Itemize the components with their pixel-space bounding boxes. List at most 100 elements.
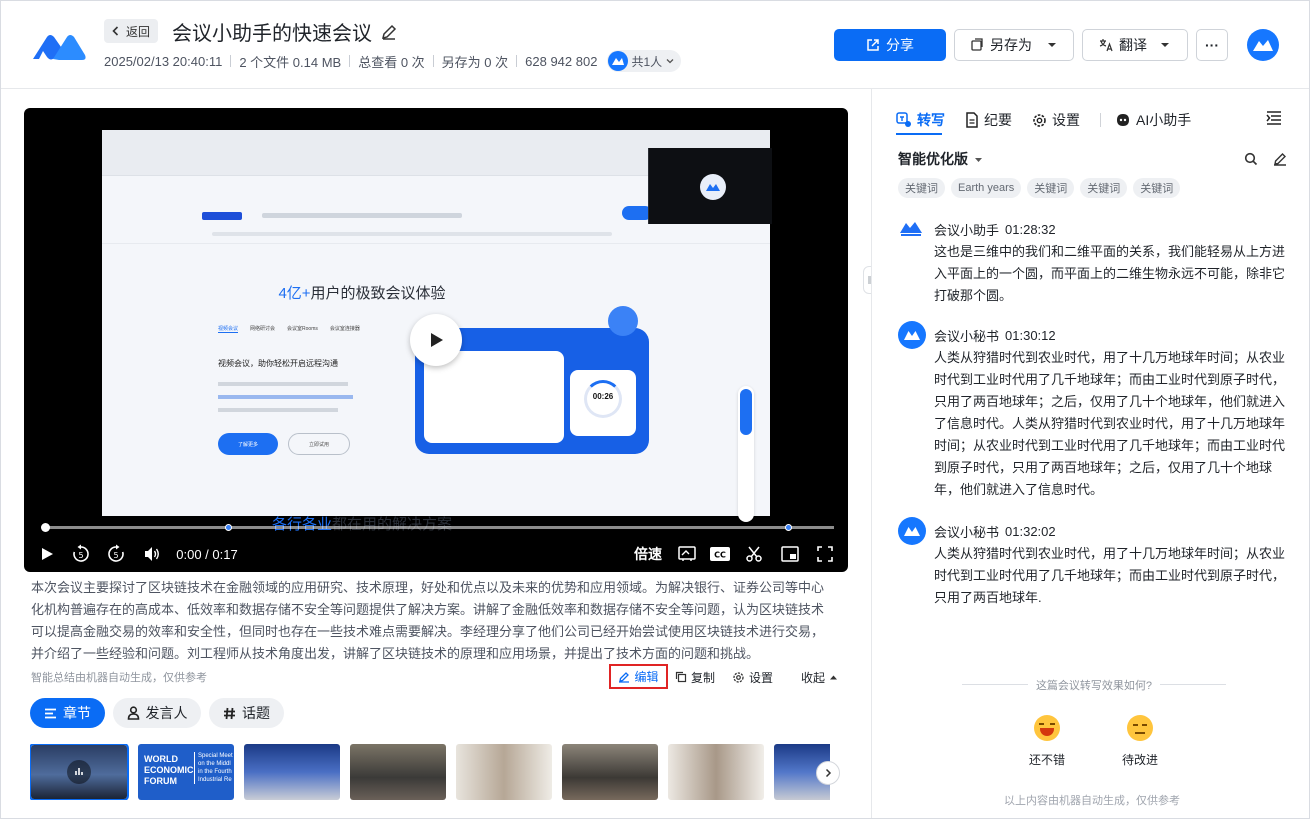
speaker-name[interactable]: 会议小秘书 [934, 326, 999, 345]
edit-summary-button[interactable]: 编辑 [609, 664, 668, 689]
settings-label: 设置 [749, 670, 774, 685]
edit-title-icon[interactable] [380, 23, 398, 41]
tab-topics[interactable]: 话题 [209, 698, 284, 728]
panel-toggle-icon[interactable] [1266, 111, 1282, 125]
frame-headline-num: 4亿+ [278, 285, 311, 302]
chapter-thumbnail[interactable] [30, 744, 129, 800]
chapter-marker[interactable] [785, 524, 792, 531]
transcript-entry-header: 会议小秘书 01:30:12 [898, 321, 1288, 349]
chapter-thumbnail[interactable] [668, 744, 764, 800]
version-dropdown[interactable]: 智能优化版 [898, 149, 983, 169]
frame-timer-card: 00:26 [570, 370, 636, 436]
pencil-icon [619, 671, 630, 683]
rewind-button[interactable]: 5 [69, 536, 93, 572]
speaker-name[interactable]: 会议小秘书 [934, 522, 999, 541]
save-as-label: 另存为 [990, 37, 1032, 53]
timestamp[interactable]: 01:32:02 [1005, 524, 1056, 539]
pip-button[interactable] [779, 536, 801, 572]
chevron-right-icon [825, 768, 832, 778]
chapter-thumbnail[interactable] [562, 744, 658, 800]
page-title: 会议小助手的快速会议 [172, 17, 398, 46]
speaker-avatar [898, 517, 926, 545]
tab-ai-assistant[interactable]: AI小助手 [1115, 109, 1191, 131]
translate-button[interactable]: 翻译 [1082, 29, 1188, 61]
keyword-chip[interactable]: Earth years [951, 178, 1022, 198]
keyword-chip[interactable]: 关键词 [1080, 178, 1128, 198]
transcript-footer-note: 以上内容由机器自动生成，仅供参考 [1004, 795, 1180, 807]
frame-section-rest: 都在用的解决方案 [332, 516, 453, 533]
chapter-marker[interactable] [225, 524, 232, 531]
header-bar: 返回 会议小助手的快速会议 2025/02/13 20:40:11 2 个文件 … [1, 1, 1309, 89]
keyword-chip[interactable]: 关键词 [1027, 178, 1075, 198]
video-player[interactable]: 4亿+用户的极致会议体验 视频会议 网络研讨会 会议室Rooms 会议室连接器 … [24, 108, 848, 572]
transcript-icon [896, 112, 911, 127]
collapse-summary-button[interactable]: 收起 [801, 665, 838, 689]
share-icon [867, 39, 879, 51]
forward-button[interactable]: 5 [104, 536, 128, 572]
play-button[interactable] [36, 536, 58, 572]
topics-label: 话题 [242, 705, 270, 721]
user-avatar[interactable] [1247, 29, 1279, 61]
captions-button[interactable]: CC [708, 536, 732, 572]
chapter-thumbnail[interactable] [244, 744, 340, 800]
keyword-chip[interactable]: 关键词 [898, 178, 945, 198]
hashtag-icon [224, 707, 235, 719]
timestamp[interactable]: 01:30:12 [1005, 328, 1056, 343]
speaker-pip [648, 148, 772, 224]
chapter-thumbnail[interactable] [456, 744, 552, 800]
frame-tab: 会议室Rooms [287, 326, 318, 332]
shared-with-label: 共1人 [631, 54, 663, 69]
chapters-label: 章节 [63, 705, 91, 721]
tab-transcript[interactable]: 转写 [896, 109, 945, 131]
caret-down-icon [1161, 43, 1169, 47]
shared-with-dropdown[interactable]: 共1人 [607, 50, 682, 72]
progress-bar[interactable] [41, 523, 834, 532]
feedback-question: 这篇会议转写效果如何? [962, 677, 1226, 693]
shared-avatar [608, 51, 629, 71]
tab-settings[interactable]: 设置 [1032, 109, 1080, 131]
search-icon[interactable] [1244, 152, 1258, 166]
caret-down-icon [975, 157, 982, 162]
more-icon: ··· [1205, 37, 1219, 53]
play-overlay-button[interactable] [410, 314, 462, 366]
summary-settings-button[interactable]: 设置 [732, 665, 773, 689]
more-button[interactable]: ··· [1196, 29, 1228, 61]
caret-down-icon [1048, 43, 1056, 47]
tab-minutes[interactable]: 纪要 [965, 109, 1012, 131]
copy-icon [675, 671, 687, 683]
edit-transcript-icon[interactable] [1273, 152, 1287, 166]
screenshot-button[interactable] [676, 536, 698, 572]
ai-summary-note: 智能总结由机器自动生成，仅供参考 [31, 672, 207, 684]
picture-in-picture-icon [781, 546, 799, 562]
fullscreen-button[interactable] [814, 536, 836, 572]
keyword-chip[interactable]: 关键词 [1133, 178, 1181, 198]
transcript-text: 人类从狩猎时代到农业时代，用了十几万地球年时间；从农业时代到工业时代用了几千地球… [934, 546, 1286, 605]
playback-speed-button[interactable]: 倍速 [633, 536, 663, 572]
back-button[interactable]: 返回 [104, 19, 159, 43]
progress-handle[interactable] [41, 523, 50, 532]
timestamp[interactable]: 01:28:32 [1005, 222, 1056, 237]
copy-summary-button[interactable]: 复制 [675, 665, 715, 689]
clip-button[interactable] [743, 536, 765, 572]
feedback-bad-button[interactable]: 待改进 [1110, 715, 1170, 768]
frame-timer-text: 00:26 [592, 392, 614, 401]
thumbnails-next-button[interactable] [816, 761, 840, 785]
frame-subtitle: 视频会议，助你轻松开启远程沟通 [218, 359, 338, 368]
feedback-good-button[interactable]: 还不错 [1017, 715, 1077, 768]
volume-button[interactable] [141, 536, 163, 572]
tab-divider [1100, 113, 1101, 127]
frame-primary-btn: 了解更多 [218, 433, 278, 455]
chapter-thumbnail[interactable]: WORLD ECONOMIC FORUM Special Meet on the… [138, 744, 234, 800]
view-count: 总查看 0 次 [358, 54, 425, 70]
tab-chapters[interactable]: 章节 [30, 698, 105, 728]
tab-speakers[interactable]: 发言人 [113, 698, 201, 728]
frame-tab: 会议室连接器 [329, 326, 360, 332]
chapter-thumbnail[interactable] [350, 744, 446, 800]
brand-icon [706, 184, 720, 191]
speaker-name[interactable]: 会议小助手 [934, 220, 999, 239]
speaker-avatar [898, 321, 926, 349]
save-as-button[interactable]: 另存为 [954, 29, 1074, 61]
share-button[interactable]: 分享 [834, 29, 946, 61]
fullscreen-icon [817, 546, 833, 562]
save-as-icon [971, 38, 983, 51]
